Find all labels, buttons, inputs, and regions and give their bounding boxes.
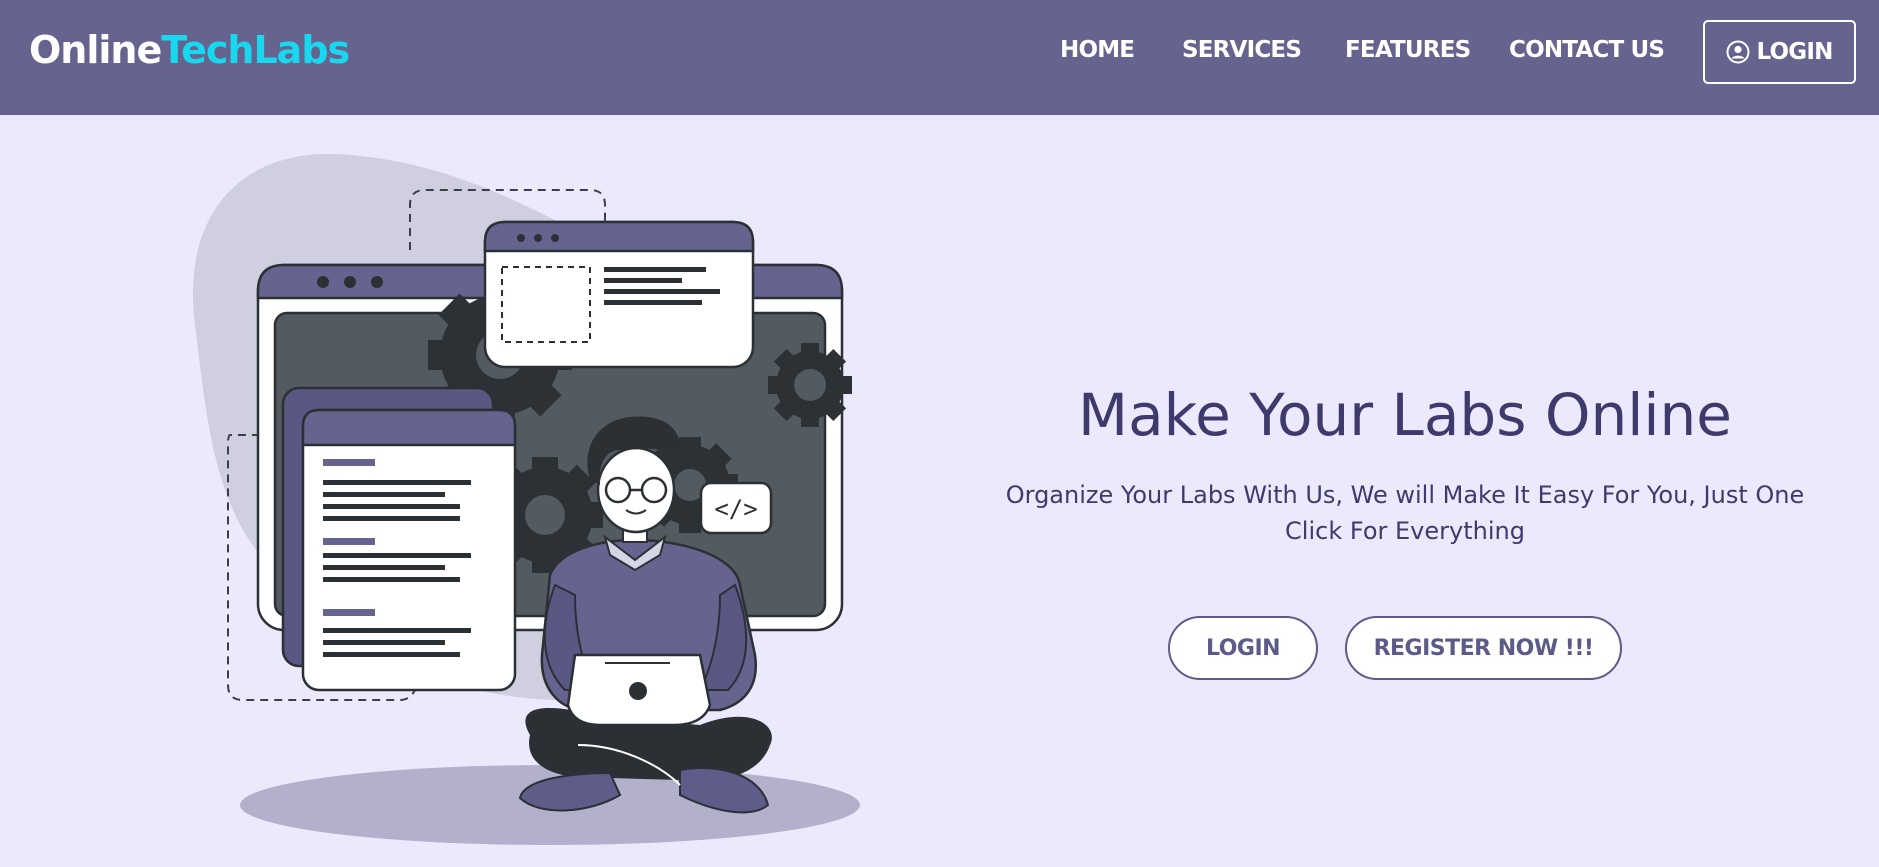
small-browser-window: [483, 220, 755, 369]
hero-illustration: </>: [180, 145, 920, 860]
register-now-button[interactable]: REGISTER NOW !!!: [1345, 616, 1622, 680]
brand-name-part1: Online: [29, 28, 162, 72]
document-panels: [281, 386, 517, 692]
hero-section: Make Your Labs Online Organize Your Labs…: [990, 375, 1820, 680]
navbar: OnlineTechLabs HOME SERVICES FEATURES CO…: [0, 0, 1879, 115]
hero-login-button[interactable]: LOGIN: [1168, 616, 1318, 680]
brand-logo[interactable]: OnlineTechLabs: [29, 26, 350, 74]
brand-name-part2: TechLabs: [161, 28, 350, 72]
hero-subtitle: Organize Your Labs With Us, We will Make…: [1005, 481, 1805, 545]
navbar-login-button[interactable]: LOGIN: [1703, 20, 1856, 84]
code-tag-text: </>: [714, 495, 757, 523]
hero-title: Make Your Labs Online: [1078, 381, 1732, 449]
nav-link-home[interactable]: HOME: [1060, 34, 1135, 66]
code-tag-bubble: </>: [699, 481, 773, 535]
hero-buttons: LOGIN REGISTER NOW !!!: [990, 616, 1820, 680]
user-circle-icon: [1726, 40, 1750, 64]
nav-link-services[interactable]: SERVICES: [1182, 34, 1302, 66]
nav-link-contact-us[interactable]: CONTACT US: [1509, 34, 1665, 66]
navbar-login-label: LOGIN: [1756, 39, 1833, 65]
nav-link-features[interactable]: FEATURES: [1345, 34, 1471, 66]
